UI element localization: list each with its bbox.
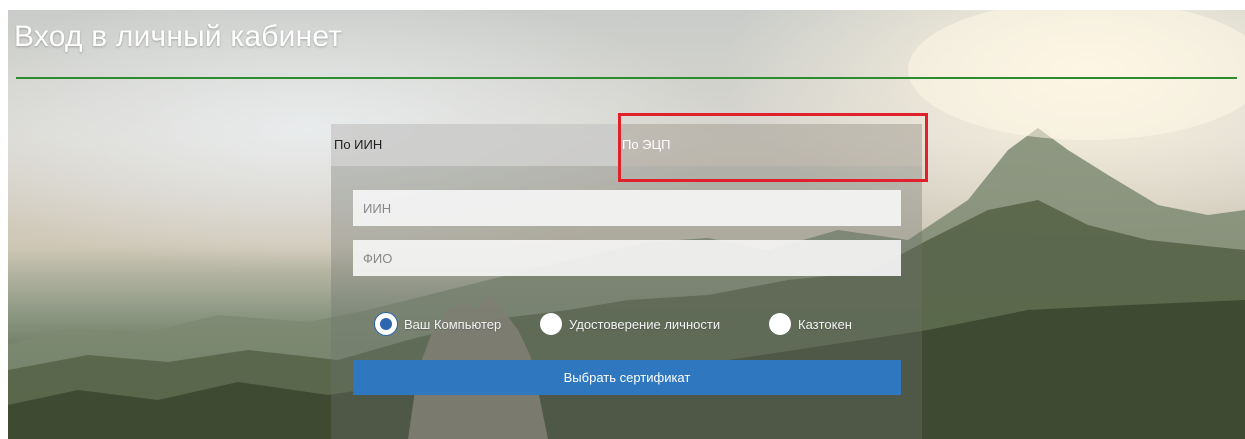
- radio-unchecked-icon[interactable]: [769, 313, 791, 335]
- title-divider: [16, 77, 1237, 79]
- page-title: Вход в личный кабинет: [14, 20, 343, 53]
- auth-tabs: По ИИН По ЭЦП: [331, 124, 922, 166]
- radio-id-card[interactable]: Удостоверение личности: [540, 312, 720, 336]
- radio-label: Ваш Компьютер: [404, 316, 502, 332]
- radio-unchecked-icon[interactable]: [540, 313, 562, 335]
- iin-input[interactable]: [353, 190, 901, 226]
- login-form: Ваш Компьютер Удостоверение личности Каз…: [331, 166, 922, 439]
- tab-by-ecp[interactable]: По ЭЦП: [620, 124, 922, 166]
- fio-input[interactable]: [353, 240, 901, 276]
- radio-label: Казтокен: [798, 316, 852, 332]
- tab-by-iin[interactable]: По ИИН: [331, 124, 620, 166]
- certificate-source-radio-group: Ваш Компьютер Удостоверение личности Каз…: [375, 312, 915, 336]
- radio-kaztoken[interactable]: Казтокен: [769, 312, 852, 336]
- radio-label: Удостоверение личности: [569, 316, 721, 332]
- select-certificate-button[interactable]: Выбрать сертификат: [353, 360, 901, 395]
- radio-checked-icon[interactable]: [375, 313, 397, 335]
- radio-your-computer[interactable]: Ваш Компьютер: [375, 312, 501, 336]
- login-panel: По ИИН По ЭЦП Ваш Компьютер Удостоверени…: [331, 124, 922, 439]
